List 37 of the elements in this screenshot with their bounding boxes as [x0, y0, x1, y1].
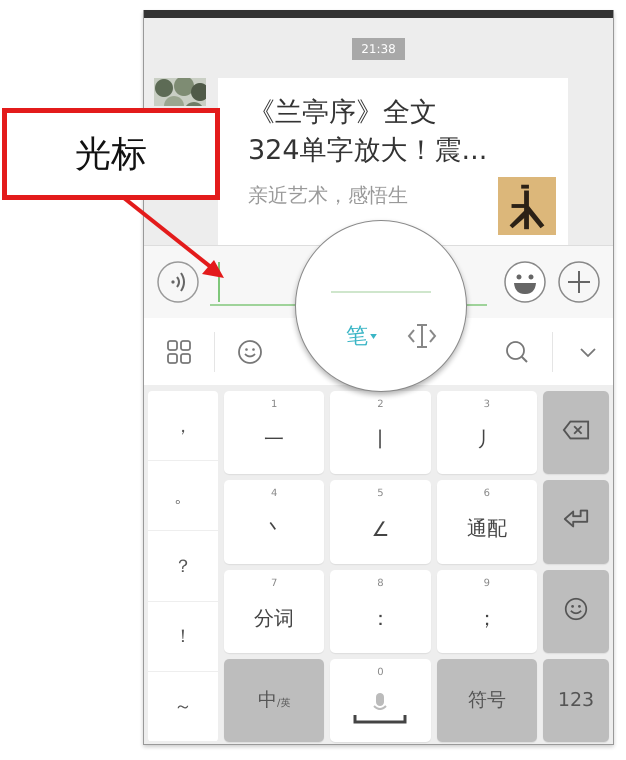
message-time: 21:38 [352, 38, 405, 60]
symbol-key[interactable]: 。 [148, 461, 218, 532]
caret-icon [370, 334, 377, 338]
smiley-icon [562, 596, 590, 621]
article-summary: 亲近艺术，感悟生 [248, 182, 408, 209]
stroke-key[interactable]: 8 ： [330, 570, 431, 653]
space-key[interactable]: 0 [330, 658, 431, 742]
symbol-key[interactable]: ？ [148, 531, 218, 602]
plus-icon[interactable] [557, 260, 601, 304]
article-title: 《兰亭序》全文 [248, 96, 438, 130]
stroke-key[interactable]: 7 分词 [224, 570, 324, 653]
stroke-key[interactable]: 4 丶 [224, 480, 324, 564]
enter-key[interactable] [543, 480, 609, 564]
cursor-move-icon[interactable] [407, 321, 437, 351]
function-key[interactable]: 符号 [436, 658, 537, 742]
function-key[interactable]: 123 [543, 658, 609, 742]
stroke-key[interactable]: 1 一 [224, 391, 324, 474]
emoji-icon[interactable] [503, 260, 547, 304]
article-card[interactable]: 《兰亭序》全文 324单字放大！震... 亲近艺术，感悟生 [218, 78, 568, 245]
grid-icon[interactable] [166, 338, 192, 364]
smiley-icon[interactable] [237, 338, 263, 364]
annotation-label: 光标 [2, 108, 220, 200]
symbol-key[interactable]: ， [148, 391, 218, 462]
stroke-key[interactable]: 2 丨 [330, 391, 431, 474]
backspace-icon [562, 418, 590, 442]
stroke-key[interactable]: 6 通配 [436, 480, 537, 564]
microphone-space-icon [352, 691, 408, 726]
stroke-key[interactable]: 5 ∠ [330, 480, 431, 564]
symbol-key[interactable]: ！ [148, 602, 218, 672]
article-title: 324单字放大！震... [248, 134, 488, 168]
voice-icon[interactable] [156, 260, 200, 304]
stroke-key[interactable]: 9 ； [436, 570, 537, 653]
backspace-key[interactable] [543, 391, 609, 474]
symbol-key[interactable]: ～ [148, 672, 218, 742]
stroke-key[interactable]: 3 丿 [436, 391, 537, 474]
emoji-key[interactable] [543, 570, 609, 653]
search-icon[interactable] [504, 338, 530, 364]
